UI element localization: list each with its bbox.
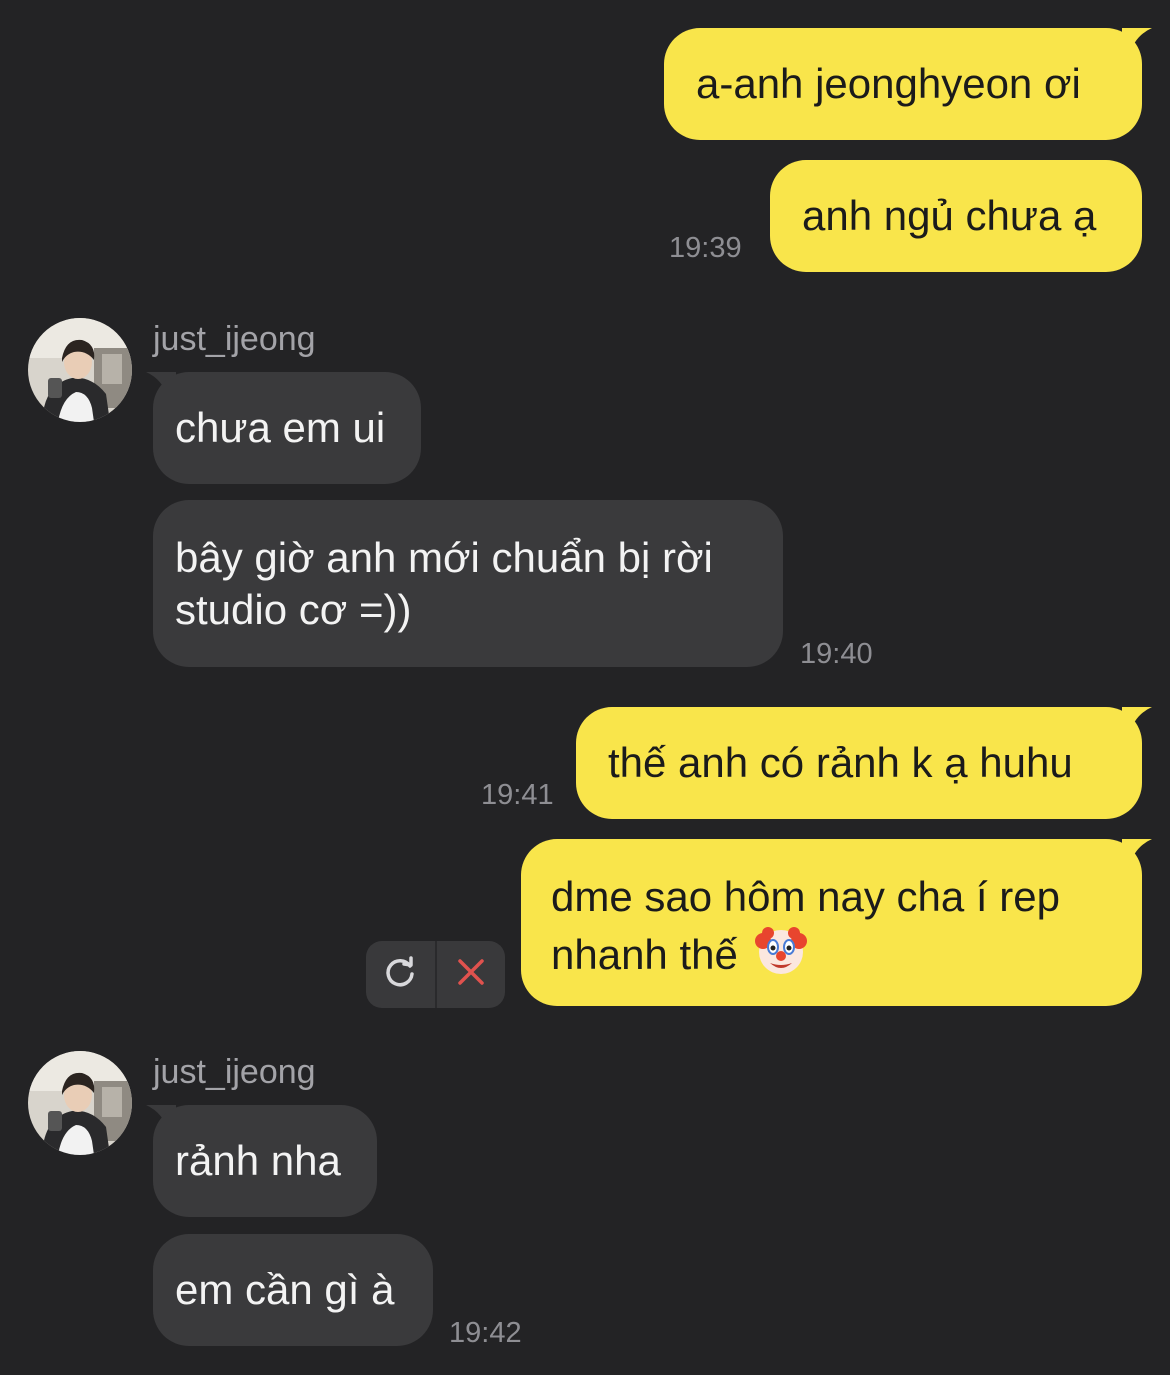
message-timestamp: 19:39 bbox=[669, 232, 742, 264]
avatar[interactable] bbox=[28, 318, 132, 422]
message-timestamp: 19:41 bbox=[481, 779, 554, 811]
outgoing-message-bubble[interactable]: thế anh có rảnh k ạ huhu bbox=[576, 707, 1142, 819]
message-text: rảnh nha bbox=[175, 1137, 341, 1184]
refresh-icon bbox=[383, 955, 417, 994]
avatar[interactable] bbox=[28, 1051, 132, 1155]
message-text-line: nhanh thế bbox=[551, 931, 738, 978]
delete-button[interactable] bbox=[434, 941, 506, 1008]
outgoing-message-bubble[interactable]: anh ngủ chưa ạ bbox=[770, 160, 1142, 272]
retry-button[interactable] bbox=[366, 941, 435, 1008]
message-text-line: studio cơ =)) bbox=[175, 586, 412, 633]
message-text-line: dme sao hôm nay cha í rep bbox=[551, 873, 1060, 920]
message-timestamp: 19:42 bbox=[449, 1317, 522, 1349]
incoming-message-bubble[interactable]: rảnh nha bbox=[153, 1105, 377, 1217]
outgoing-message-bubble[interactable]: a-anh jeonghyeon ơi bbox=[664, 28, 1142, 140]
close-icon bbox=[456, 957, 486, 992]
message-text: anh ngủ chưa ạ bbox=[802, 192, 1097, 239]
incoming-message-bubble[interactable]: bây giờ anh mới chuẩn bị rời studio cơ =… bbox=[153, 500, 783, 667]
message-text-line-wrap: nhanh thế bbox=[551, 923, 1112, 989]
clown-face-emoji bbox=[754, 923, 808, 989]
message-timestamp: 19:40 bbox=[800, 638, 873, 670]
bubble-tail bbox=[1122, 707, 1152, 737]
sender-name: just_ijeong bbox=[153, 1053, 316, 1091]
incoming-message-bubble[interactable]: chưa em ui bbox=[153, 372, 421, 484]
message-text: chưa em ui bbox=[175, 404, 386, 451]
chat-thread: a-anh jeonghyeon ơi anh ngủ chưa ạ 19:39… bbox=[0, 0, 1170, 1375]
failed-message-actions bbox=[366, 941, 505, 1008]
message-text: a-anh jeonghyeon ơi bbox=[696, 60, 1081, 107]
message-text-line: bây giờ anh mới chuẩn bị rời bbox=[175, 534, 713, 581]
outgoing-message-bubble[interactable]: dme sao hôm nay cha í rep nhanh thế bbox=[521, 839, 1142, 1006]
message-text: em cần gì à bbox=[175, 1266, 395, 1313]
incoming-message-bubble[interactable]: em cần gì à bbox=[153, 1234, 433, 1346]
sender-name: just_ijeong bbox=[153, 320, 316, 358]
bubble-tail bbox=[1122, 839, 1152, 869]
message-text: thế anh có rảnh k ạ huhu bbox=[608, 739, 1073, 786]
bubble-tail bbox=[1122, 28, 1152, 58]
